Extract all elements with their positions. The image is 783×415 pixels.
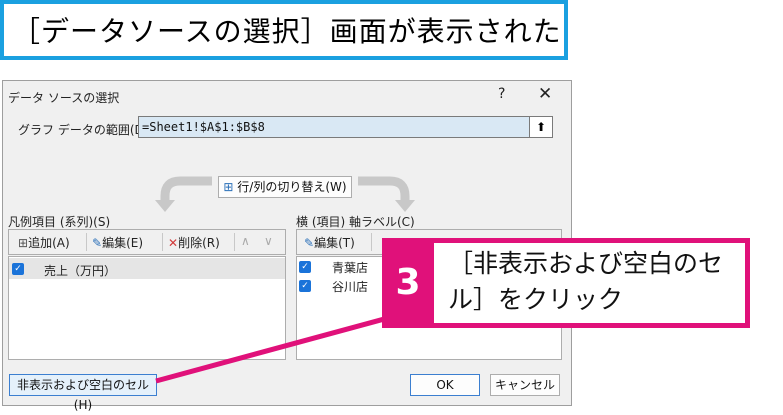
step-instruction: ［非表示および空白のセル］をクリック [448,249,724,314]
callout-connector [155,315,389,384]
step-number-badge: 3 [382,238,434,328]
callout-pointer-line [155,315,389,384]
